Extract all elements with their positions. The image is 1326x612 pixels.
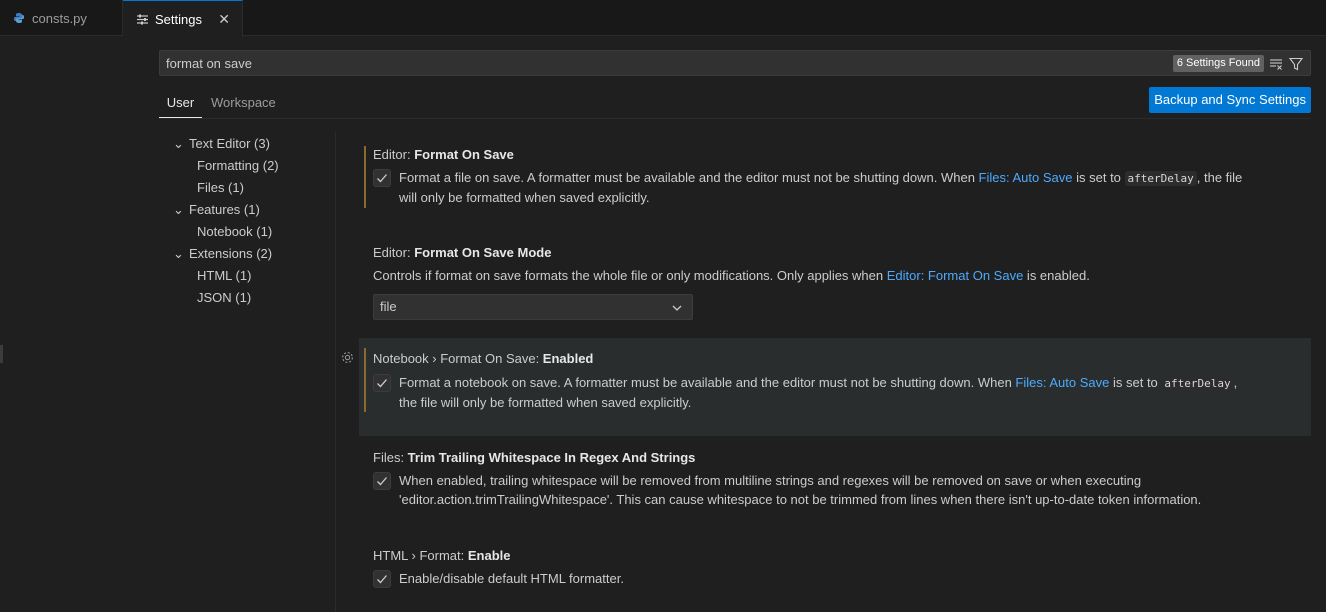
modified-indicator <box>364 146 366 208</box>
setting-description: Format a notebook on save. A formatter m… <box>399 375 1238 410</box>
toc-item-json[interactable]: JSON (1) <box>197 287 251 309</box>
format-on-save-mode-select[interactable]: file <box>373 294 693 320</box>
modified-indicator <box>364 348 366 412</box>
toc-item-notebook[interactable]: Notebook (1) <box>197 221 272 243</box>
checkmark-icon <box>377 575 387 584</box>
chevron-down-icon: ⌄ <box>173 136 184 151</box>
setting-title: HTML › Format: Enable <box>373 548 511 563</box>
toc-divider <box>335 132 336 612</box>
setting-description: Format a file on save. A formatter must … <box>399 170 1243 205</box>
tab-label: consts.py <box>32 10 87 26</box>
toc-item-text-editor[interactable]: ⌄ Text Editor (3) <box>173 133 270 155</box>
setting-description: Enable/disable default HTML formatter. <box>399 571 624 586</box>
setting-title: Notebook › Format On Save: Enabled <box>373 351 594 366</box>
editor-tab-bar: consts.py Settings ✕ <box>0 0 1326 37</box>
editor-format-on-save-link[interactable]: Editor: Format On Save <box>887 268 1024 283</box>
setting-html-format-enable: HTML › Format: Enable Enable/disable def… <box>359 547 1311 597</box>
trim-trailing-whitespace-checkbox[interactable] <box>373 472 391 490</box>
tab-consts-py[interactable]: consts.py <box>0 0 123 36</box>
setting-description: Controls if format on save formats the w… <box>373 268 1090 283</box>
tab-settings[interactable]: Settings ✕ <box>123 0 243 37</box>
toc-item-html[interactable]: HTML (1) <box>197 265 251 287</box>
clear-filter-icon[interactable] <box>1268 56 1284 72</box>
checkmark-icon <box>377 379 387 388</box>
toc-item-features[interactable]: ⌄ Features (1) <box>173 199 260 221</box>
results-count-badge: 6 Settings Found <box>1172 55 1264 72</box>
settings-sliders-icon <box>135 12 149 26</box>
notebook-format-on-save-checkbox[interactable] <box>373 374 391 392</box>
toc-item-formatting[interactable]: Formatting (2) <box>197 155 279 177</box>
format-on-save-checkbox[interactable] <box>373 169 391 187</box>
setting-title: Editor: Format On Save Mode <box>373 245 552 260</box>
tab-workspace-scope[interactable]: Workspace <box>211 95 276 117</box>
setting-notebook-format-on-save-enabled: Notebook › Format On Save: Enabled Forma… <box>359 338 1311 436</box>
python-icon <box>12 11 26 25</box>
toc-item-files[interactable]: Files (1) <box>197 177 244 199</box>
chevron-down-icon: ⌄ <box>173 246 184 261</box>
tab-user-scope[interactable]: User <box>159 95 202 118</box>
settings-search-input[interactable] <box>166 54 1066 72</box>
chevron-down-icon: ⌄ <box>173 202 184 217</box>
files-auto-save-link[interactable]: Files: Auto Save <box>979 170 1073 185</box>
toc-item-extensions[interactable]: ⌄ Extensions (2) <box>173 243 272 265</box>
setting-editor-format-on-save: Editor: Format On Save Format a file on … <box>359 146 1311 212</box>
filter-icon[interactable] <box>1288 56 1304 72</box>
setting-editor-format-on-save-mode: Editor: Format On Save Mode Controls if … <box>359 244 1311 324</box>
settings-search-box: 6 Settings Found <box>159 50 1311 76</box>
chevron-down-icon <box>672 305 682 311</box>
gear-icon[interactable] <box>340 350 355 365</box>
setting-title: Files: Trim Trailing Whitespace In Regex… <box>373 450 696 465</box>
html-format-enable-checkbox[interactable] <box>373 570 391 588</box>
setting-files-trim-trailing-whitespace: Files: Trim Trailing Whitespace In Regex… <box>359 449 1311 515</box>
setting-title: Editor: Format On Save <box>373 147 514 162</box>
sidebar-sash[interactable] <box>0 345 3 363</box>
backup-sync-button[interactable]: Backup and Sync Settings <box>1149 87 1311 113</box>
checkmark-icon <box>377 477 387 486</box>
tab-label: Settings <box>155 11 202 27</box>
checkmark-icon <box>377 174 387 183</box>
files-auto-save-link[interactable]: Files: Auto Save <box>1015 375 1109 390</box>
close-icon[interactable]: ✕ <box>218 11 230 28</box>
setting-description: When enabled, trailing whitespace will b… <box>399 473 1202 507</box>
header-divider <box>159 118 1311 119</box>
